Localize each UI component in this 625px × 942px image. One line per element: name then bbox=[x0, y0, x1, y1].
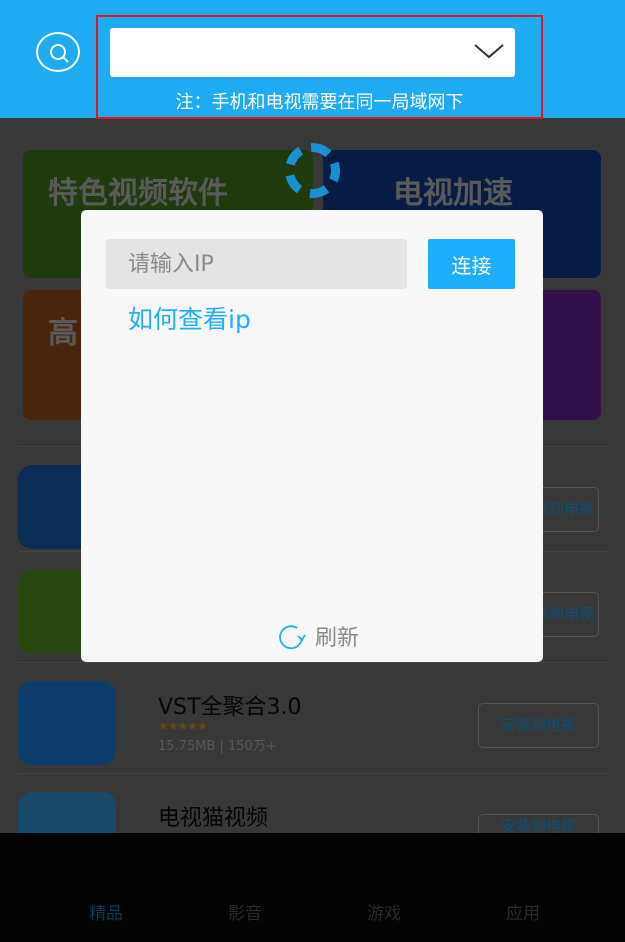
bottom-nav bbox=[0, 833, 625, 942]
header: 注：手机和电视需要在同一局域网下 bbox=[0, 0, 625, 119]
nav-tab-games[interactable]: 游戏 bbox=[344, 899, 424, 924]
app-row[interactable]: VST全聚合3.0 ★★★★★ 15.75MB | 150万+ 安装到电视 bbox=[18, 662, 608, 772]
app-icon bbox=[18, 681, 116, 765]
nav-tab-apps[interactable]: 应用 bbox=[483, 899, 563, 924]
install-button[interactable]: 安装到电视 bbox=[478, 703, 599, 748]
highlight-box bbox=[96, 15, 543, 119]
search-button[interactable] bbox=[36, 32, 80, 72]
loading-spinner-icon bbox=[285, 143, 340, 198]
app-meta: 15.75MB | 150万+ bbox=[158, 739, 277, 754]
nav-tab-media[interactable]: 影音 bbox=[205, 899, 285, 924]
connect-dialog: 连接 如何查看ip 刷新 bbox=[81, 210, 543, 662]
search-icon bbox=[50, 44, 69, 63]
connect-button[interactable]: 连接 bbox=[428, 239, 515, 289]
app-name: 电视猫视频 bbox=[158, 806, 269, 831]
refresh-button[interactable]: 刷新 bbox=[277, 620, 359, 652]
how-to-find-ip-link[interactable]: 如何查看ip bbox=[128, 300, 251, 336]
ip-input[interactable] bbox=[106, 239, 407, 289]
app-name: VST全聚合3.0 bbox=[158, 695, 302, 720]
nav-tab-featured[interactable]: 精品 bbox=[66, 899, 146, 924]
refresh-icon bbox=[279, 625, 306, 649]
rating-stars: ★★★★★ bbox=[158, 719, 208, 733]
